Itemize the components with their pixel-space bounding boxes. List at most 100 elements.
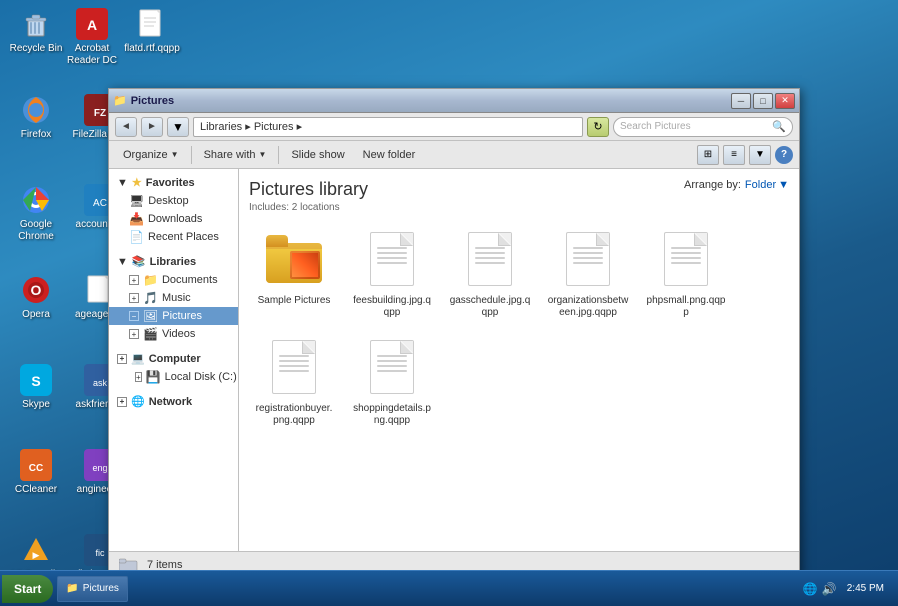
file-item-organizations[interactable]: organizationsbetween.jpg.qqpp bbox=[543, 223, 633, 323]
svg-text:AC: AC bbox=[93, 198, 107, 209]
share-arrow: ▼ bbox=[259, 150, 267, 159]
sidebar-item-desktop[interactable]: 🖥 Desktop bbox=[109, 192, 238, 210]
doc-line-21 bbox=[377, 355, 407, 357]
pictures-icon: 🖼 bbox=[143, 309, 158, 323]
organize-button[interactable]: Organize ▼ bbox=[115, 144, 187, 166]
file-item-phpsmall[interactable]: phpsmall.png.qqpp bbox=[641, 223, 731, 323]
sidebar-item-videos[interactable]: + 🎬 Videos bbox=[109, 325, 238, 343]
address-path[interactable]: Libraries ▸ Pictures ▸ bbox=[193, 117, 583, 137]
doc-icon-feesbuilding bbox=[362, 227, 422, 291]
desktop-icon-opera[interactable]: O Opera bbox=[4, 270, 68, 325]
explorer-window: 📁 Pictures ─ □ ✕ ◄ ► ▼ Libraries ▸ Pictu… bbox=[108, 88, 800, 578]
share-button[interactable]: Share with ▼ bbox=[196, 144, 275, 166]
refresh-button[interactable]: ↻ bbox=[587, 117, 609, 137]
sidebar-computer-header[interactable]: + 💻 Computer bbox=[109, 349, 238, 368]
doc-icon-gasschedule bbox=[460, 227, 520, 291]
desktop-icon-acrobat[interactable]: A Acrobat Reader DC bbox=[60, 4, 124, 71]
svg-text:A: A bbox=[87, 17, 97, 33]
arrange-value: Folder bbox=[745, 179, 776, 191]
share-label: Share with bbox=[204, 149, 256, 161]
sidebar-item-documents[interactable]: + 📁 Documents bbox=[109, 271, 238, 289]
taskbar: Start 📁 Pictures 🌐 🔊 2:45 PM bbox=[0, 570, 898, 606]
new-folder-label: New folder bbox=[363, 149, 416, 161]
desktop-icon-ccleaner[interactable]: CC CCleaner bbox=[4, 445, 68, 500]
network-icon: 🌐 bbox=[131, 395, 145, 408]
file-item-gasschedule[interactable]: gasschedule.jpg.qqpp bbox=[445, 223, 535, 323]
new-folder-button[interactable]: New folder bbox=[355, 144, 424, 166]
desktop-icon-chrome[interactable]: Google Chrome bbox=[4, 180, 68, 247]
doc-lines-6 bbox=[377, 355, 407, 375]
desktop-icon-skype[interactable]: S Skype bbox=[4, 360, 68, 415]
pictures-expand: − bbox=[129, 311, 139, 321]
file-grid: Sample Pictures bbox=[249, 223, 789, 431]
folder-tab bbox=[266, 235, 288, 247]
tray-network-icon[interactable]: 🌐 bbox=[803, 582, 818, 596]
svg-text:FZ: FZ bbox=[94, 108, 106, 119]
title-bar: 📁 Pictures ─ □ ✕ bbox=[109, 89, 799, 113]
file-item-registrationbuyer[interactable]: registrationbuyer.png.qqpp bbox=[249, 331, 339, 431]
sidebar-item-recent[interactable]: 📄 Recent Places bbox=[109, 228, 238, 246]
doc-line-18 bbox=[279, 360, 309, 362]
sidebar-item-pictures[interactable]: − 🖼 Pictures bbox=[109, 307, 238, 325]
maximize-button[interactable]: □ bbox=[753, 93, 773, 109]
system-clock[interactable]: 2:45 PM bbox=[841, 583, 890, 594]
desktop-icon-recycle-bin[interactable]: Recycle Bin bbox=[4, 4, 68, 59]
minimize-button[interactable]: ─ bbox=[731, 93, 751, 109]
documents-label: Documents bbox=[162, 274, 218, 286]
doc-line-15 bbox=[671, 257, 701, 259]
sidebar-item-music[interactable]: + 🎵 Music bbox=[109, 289, 238, 307]
network-label: Network bbox=[149, 396, 192, 408]
sidebar-item-downloads[interactable]: 📥 Downloads bbox=[109, 210, 238, 228]
recent-icon: 📄 bbox=[129, 230, 144, 244]
sidebar-network-header[interactable]: + 🌐 Network bbox=[109, 392, 238, 411]
title-bar-buttons: ─ □ ✕ bbox=[731, 93, 795, 109]
sidebar-favorites-header[interactable]: ▼ ★ Favorites bbox=[109, 173, 238, 192]
sidebar-libraries-header[interactable]: ▼ 📚 Libraries bbox=[109, 252, 238, 271]
docs-expand: + bbox=[129, 275, 139, 285]
organize-arrow: ▼ bbox=[171, 150, 179, 159]
search-icon[interactable]: 🔍 bbox=[772, 120, 786, 133]
libraries-icon: 📚 bbox=[132, 255, 146, 268]
svg-text:CC: CC bbox=[29, 463, 43, 474]
folder-thumbnail bbox=[290, 251, 320, 279]
file-item-shoppingdetails[interactable]: shoppingdetails.png.qqpp bbox=[347, 331, 437, 431]
doc-shape-gasschedule bbox=[468, 232, 512, 286]
folder-button[interactable]: ▼ bbox=[167, 117, 189, 137]
svg-text:O: O bbox=[31, 282, 42, 298]
firefox-label: Firefox bbox=[21, 129, 52, 141]
libraries-label: Libraries bbox=[150, 256, 196, 268]
toolbar-right: ⊞ ≡ ▼ ? bbox=[697, 145, 793, 165]
file-item-feesbuilding[interactable]: feesbuilding.jpg.qqpp bbox=[347, 223, 437, 323]
doc-line-23 bbox=[377, 365, 407, 367]
doc-line-19 bbox=[279, 365, 309, 367]
view-button-2[interactable]: ≡ bbox=[723, 145, 745, 165]
doc-line-17 bbox=[279, 355, 309, 357]
network-expand: + bbox=[117, 397, 127, 407]
slideshow-button[interactable]: Slide show bbox=[283, 144, 352, 166]
doc-line-4 bbox=[377, 262, 407, 264]
desktop-icon-firefox[interactable]: Firefox bbox=[4, 90, 68, 145]
videos-icon: 🎬 bbox=[143, 327, 158, 341]
toolbar-sep-1 bbox=[191, 146, 192, 164]
search-box[interactable]: Search Pictures 🔍 bbox=[613, 117, 793, 137]
tray-sound-icon[interactable]: 🔊 bbox=[822, 582, 837, 596]
start-button[interactable]: Start bbox=[2, 575, 53, 603]
view-button-3[interactable]: ▼ bbox=[749, 145, 771, 165]
window-title: Pictures bbox=[131, 95, 174, 107]
forward-button[interactable]: ► bbox=[141, 117, 163, 137]
file-item-sample-pictures[interactable]: Sample Pictures bbox=[249, 223, 339, 323]
close-button[interactable]: ✕ bbox=[775, 93, 795, 109]
music-label: Music bbox=[162, 292, 191, 304]
view-button-1[interactable]: ⊞ bbox=[697, 145, 719, 165]
arrange-dropdown[interactable]: Folder ▼ bbox=[745, 179, 789, 191]
sidebar-item-local-disk[interactable]: + 💾 Local Disk (C:) bbox=[109, 368, 238, 386]
desktop-icon-flatd[interactable]: flatd.rtf.qqpp bbox=[120, 4, 184, 59]
help-button[interactable]: ? bbox=[775, 146, 793, 164]
back-button[interactable]: ◄ bbox=[115, 117, 137, 137]
doc-line-6 bbox=[475, 252, 505, 254]
start-label: Start bbox=[14, 582, 41, 596]
downloads-label: Downloads bbox=[148, 213, 202, 225]
taskbar-task-pictures[interactable]: 📁 Pictures bbox=[57, 576, 128, 602]
toolbar-sep-2 bbox=[278, 146, 279, 164]
file-label-feesbuilding: feesbuilding.jpg.qqpp bbox=[351, 295, 433, 319]
